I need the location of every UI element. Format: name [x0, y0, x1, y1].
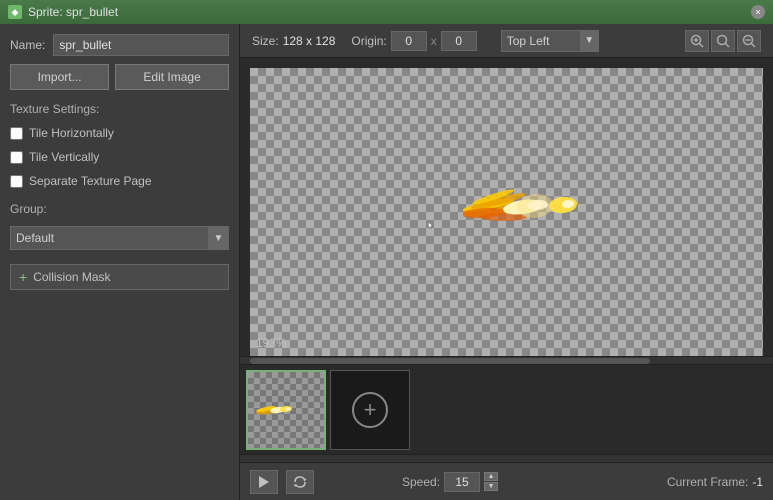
align-select-wrapper: Top Left Top Center Center ▼	[501, 30, 599, 52]
canvas-scrollbar-thumb[interactable]	[250, 358, 650, 364]
speed-up-button[interactable]: ▲	[484, 472, 498, 481]
speed-down-button[interactable]: ▼	[484, 482, 498, 491]
name-row: Name:	[10, 34, 229, 56]
group-select-wrapper: Default ▼	[10, 226, 229, 250]
texture-settings-label: Texture Settings:	[10, 102, 229, 116]
origin-y-input[interactable]	[441, 31, 477, 51]
app-icon: ◆	[8, 5, 22, 19]
frame-0-preview	[256, 395, 316, 425]
separate-texture-label[interactable]: Separate Texture Page	[29, 174, 152, 188]
size-item: Size: 128 x 128	[252, 34, 335, 48]
sprite-preview	[463, 167, 603, 247]
origin-x-separator: x	[431, 34, 437, 48]
zoom-buttons	[685, 30, 761, 52]
separate-texture-row: Separate Texture Page	[10, 174, 229, 188]
zoom-in-button[interactable]	[685, 30, 709, 52]
speed-arrows: ▲ ▼	[484, 472, 498, 491]
separate-texture-checkbox[interactable]	[10, 175, 23, 188]
group-label: Group:	[10, 202, 229, 216]
frames-strip[interactable]: +	[240, 364, 773, 454]
tile-v-row: Tile Vertically	[10, 150, 229, 164]
plus-icon: +	[19, 269, 27, 285]
loop-icon	[293, 476, 307, 488]
zoom-fit-icon	[716, 34, 730, 48]
speed-label: Speed:	[402, 475, 440, 489]
button-row: Import... Edit Image	[10, 64, 229, 90]
tile-vertical-checkbox[interactable]	[10, 151, 23, 164]
tile-horizontal-label[interactable]: Tile Horizontally	[29, 126, 114, 140]
canvas-area[interactable]: 193%	[240, 58, 773, 356]
size-value: 128 x 128	[283, 34, 336, 48]
loop-button[interactable]	[286, 470, 314, 494]
play-button[interactable]	[250, 470, 278, 494]
frame-scrollbar[interactable]	[240, 454, 773, 462]
align-select-arrow: ▼	[581, 30, 599, 52]
name-label: Name:	[10, 38, 45, 52]
close-button[interactable]: ×	[751, 5, 765, 19]
current-frame-group: Current Frame: -1	[667, 475, 763, 489]
tile-h-row: Tile Horizontally	[10, 126, 229, 140]
import-button[interactable]: Import...	[10, 64, 109, 90]
origin-item: Origin: x	[351, 31, 476, 51]
speed-input[interactable]	[444, 472, 480, 492]
origin-x-input[interactable]	[391, 31, 427, 51]
left-panel: Name: Import... Edit Image Texture Setti…	[0, 24, 240, 500]
info-bar: Size: 128 x 128 Origin: x Top Left Top C…	[240, 24, 773, 58]
current-frame-value: -1	[752, 475, 763, 489]
speed-group: Speed: ▲ ▼	[402, 472, 498, 492]
tile-horizontal-checkbox[interactable]	[10, 127, 23, 140]
zoom-out-icon	[742, 34, 756, 48]
zoom-in-icon	[690, 34, 704, 48]
zoom-out-button[interactable]	[737, 30, 761, 52]
title-bar: ◆ Sprite: spr_bullet ×	[0, 0, 773, 24]
play-icon	[259, 476, 269, 488]
tile-vertical-label[interactable]: Tile Vertically	[29, 150, 99, 164]
bottom-bar: Speed: ▲ ▼ Current Frame: -1	[240, 462, 773, 500]
origin-label: Origin:	[351, 34, 386, 48]
zoom-label: 193%	[256, 336, 287, 350]
add-frame-icon: +	[352, 392, 388, 428]
edit-image-button[interactable]: Edit Image	[115, 64, 229, 90]
collision-mask-button[interactable]: + Collision Mask	[10, 264, 229, 290]
window-title: Sprite: spr_bullet	[28, 5, 118, 19]
zoom-fit-button[interactable]	[711, 30, 735, 52]
main-container: Name: Import... Edit Image Texture Setti…	[0, 24, 773, 500]
frame-0[interactable]	[246, 370, 326, 450]
align-select[interactable]: Top Left Top Center Center	[501, 30, 581, 52]
current-frame-label: Current Frame:	[667, 475, 748, 489]
group-select-arrow: ▼	[209, 226, 229, 250]
collision-mask-label: Collision Mask	[33, 270, 110, 284]
size-label: Size:	[252, 34, 279, 48]
canvas-scrollbar[interactable]	[240, 356, 773, 364]
add-frame-button[interactable]: +	[330, 370, 410, 450]
group-select[interactable]: Default	[10, 226, 209, 250]
right-panel: Size: 128 x 128 Origin: x Top Left Top C…	[240, 24, 773, 500]
name-input[interactable]	[53, 34, 229, 56]
